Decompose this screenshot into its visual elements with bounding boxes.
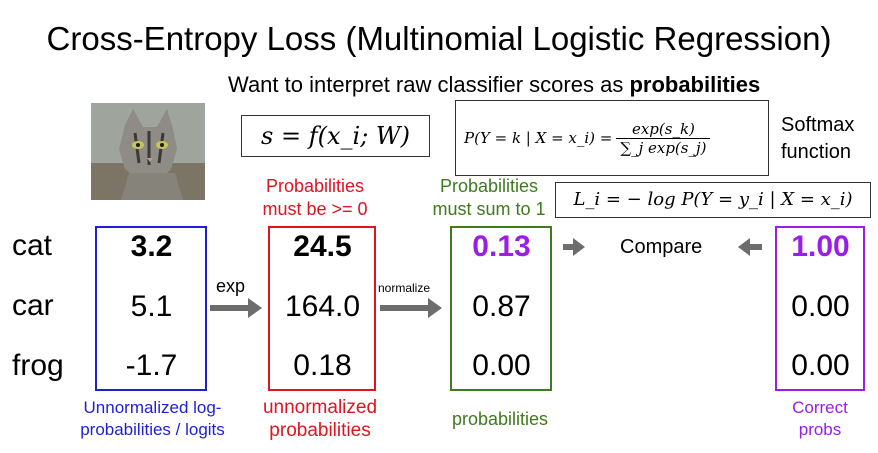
caption-probabilities: probabilities — [451, 409, 549, 429]
exp-arrow-label: exp — [216, 276, 246, 296]
normalize-arrow — [380, 298, 442, 318]
normalize-arrow-label: normalize — [378, 281, 431, 295]
caption-correct-line1: Correct — [792, 398, 848, 417]
caption-correct: Correct probs — [770, 397, 870, 441]
caption-correct-line2: probs — [798, 420, 842, 439]
caption-logits: Unnormalized log- probabilities / logits — [60, 397, 245, 441]
arrows-layer — [210, 238, 762, 318]
compare-label: Compare — [620, 236, 703, 258]
caption-unnormalized: unnormalized probabilities — [245, 396, 395, 442]
caption-unnormalized-line1: unnormalized — [262, 397, 378, 418]
caption-logits-line1: Unnormalized log- — [83, 398, 222, 417]
compare-arrow-right — [563, 238, 585, 256]
compare-arrow-left — [738, 238, 762, 256]
caption-unnormalized-line2: probabilities — [269, 420, 371, 441]
exp-arrow — [210, 298, 262, 318]
caption-logits-line2: probabilities / logits — [80, 420, 225, 439]
